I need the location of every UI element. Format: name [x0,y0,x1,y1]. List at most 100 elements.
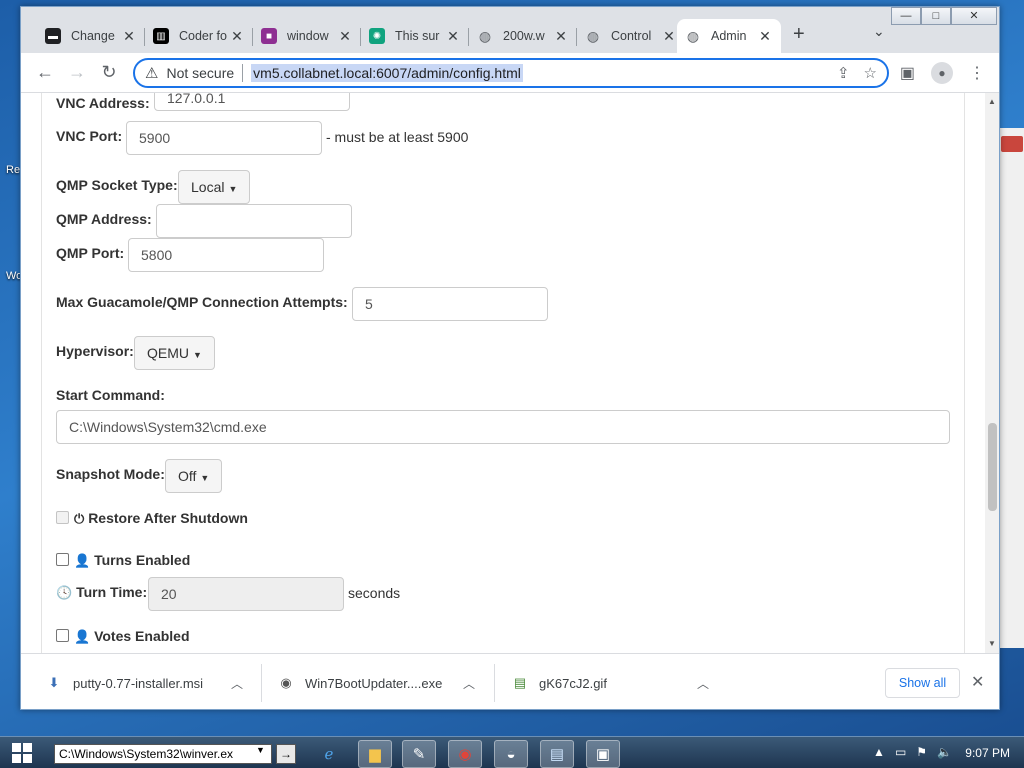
turns-row: 👤 Turns Enabled [74,552,190,569]
download-item[interactable]: ▤ gK67cJ2.gif ︿ [511,666,725,700]
download-item[interactable]: ⬇ putty-0.77-installer.msi ︿ [45,666,259,700]
globe-icon: ◍ [586,27,600,44]
close-icon[interactable]: ✕ [971,672,984,692]
close-icon[interactable]: ✕ [757,28,773,45]
run-address-input[interactable]: C:\Windows\System32\winver.ex [54,744,272,764]
tab-coder[interactable]: ▥ Coder fo ✕ [145,19,253,53]
qmp-socket-dropdown[interactable]: Local ▼ [178,170,251,204]
windows-start-icon[interactable] [12,743,32,763]
forward-icon[interactable]: → [65,62,89,83]
qmp-socket-value: Local [191,179,225,195]
background-window[interactable] [998,128,1024,648]
caret-down-icon: ▼ [228,184,238,194]
tab-title: Control [611,29,652,43]
qmp-address-input[interactable] [156,204,352,238]
close-window-button[interactable]: ✕ [951,7,997,25]
bookmark-star-icon[interactable]: ☆ [864,64,877,82]
reload-icon[interactable]: ↻ [97,62,121,83]
tab-chatgpt[interactable]: ✺ This sur ✕ [361,19,469,53]
qmp-port-label: QMP Port: [56,245,125,261]
tab-200w[interactable]: ◍ 200w.w ✕ [469,19,577,53]
tray-chevron-up-icon[interactable]: ▲ [873,745,885,759]
download-filename: Win7BootUpdater....exe [305,675,443,691]
warning-icon[interactable]: ⚠ [145,64,158,82]
vm-icon[interactable]: ◒ [494,740,528,768]
back-icon[interactable]: ← [33,62,57,83]
qmp-socket-label: QMP Socket Type: [56,177,178,193]
profile-avatar-icon[interactable]: ● [931,62,953,84]
tab-window[interactable]: ■ window ✕ [253,19,361,53]
snapshot-mode-label: Snapshot Mode: [56,466,165,482]
scroll-thumb[interactable] [988,423,997,511]
hypervisor-dropdown[interactable]: QEMU ▼ [134,336,215,370]
start-command-input[interactable]: C:\Windows\System32\cmd.exe [56,410,950,444]
close-icon[interactable] [1001,136,1023,152]
chevron-down-icon[interactable]: ▼ [256,745,265,755]
restore-checkbox[interactable] [56,511,69,524]
edge-icon[interactable]: ℯ [312,740,346,768]
image-file-icon: ▤ [513,675,527,690]
security-label[interactable]: Not secure [166,65,234,81]
explorer-icon[interactable]: ▆ [358,740,392,768]
max-attempts-input[interactable]: 5 [352,287,548,321]
close-icon[interactable]: ✕ [121,28,137,45]
close-icon[interactable]: ✕ [553,28,569,45]
side-panel-icon[interactable]: ▣ [900,63,915,83]
share-icon[interactable]: ⇪ [837,64,850,82]
volume-icon[interactable]: 🔈 [937,745,952,759]
network-icon[interactable]: ▭ [895,745,906,759]
vnc-port-input[interactable]: 5900 [126,121,322,155]
divider [261,664,262,702]
close-icon[interactable]: ✕ [445,28,461,45]
remote-icon[interactable]: ▣ [586,740,620,768]
chevron-up-icon[interactable]: ︿ [697,675,709,692]
turns-checkbox[interactable] [56,553,69,566]
notepad-icon[interactable]: ▤ [540,740,574,768]
vnc-address-input[interactable]: 127.0.0.1 [154,93,350,111]
tab-control[interactable]: ◍ Control ✕ [577,19,685,53]
tab-admin[interactable]: ◍ Admin ✕ [677,19,781,53]
go-button[interactable]: → [276,744,296,764]
chevron-up-icon[interactable]: ︿ [463,675,475,692]
close-icon[interactable]: ✕ [229,28,245,45]
paint-icon[interactable]: ✎ [402,740,436,768]
turn-time-label: Turn Time: [76,584,148,600]
turn-time-unit: seconds [348,585,401,601]
show-all-button[interactable]: Show all [885,668,960,698]
hypervisor-label: Hypervisor: [56,343,134,359]
tab-search-chevron-icon[interactable]: ⌄ [873,23,885,40]
download-item[interactable]: ◉ Win7BootUpdater....exe ︿ [277,666,491,700]
desktop-icon-label[interactable]: Re [6,164,20,176]
max-attempts-label: Max Guacamole/QMP Connection Attempts: [56,294,348,310]
power-icon: ⏻ [74,511,85,526]
qmp-port-input[interactable]: 5800 [128,238,324,272]
votes-checkbox[interactable] [56,629,69,642]
divider [494,664,495,702]
address-bar[interactable]: ⚠ Not secure vm5.collabnet.local:6007/ad… [133,58,889,88]
tab-title: Admin [711,29,747,43]
url-text[interactable]: vm5.collabnet.local:6007/admin/config.ht… [251,64,523,82]
scroll-down-icon[interactable]: ▼ [985,637,999,651]
scroll-up-icon[interactable]: ▲ [985,95,999,109]
turn-time-input[interactable]: 20 [148,577,344,611]
page-scrollbar[interactable]: ▲ ▼ [985,93,999,653]
minimize-button[interactable]: — [891,7,921,25]
chevron-up-icon[interactable]: ︿ [231,675,243,692]
new-tab-button[interactable]: + [793,23,805,46]
close-icon[interactable]: ✕ [661,28,677,45]
clock[interactable]: 9:07 PM [965,746,1010,760]
caret-down-icon: ▼ [200,473,210,483]
caret-down-icon: ▼ [193,350,202,360]
maximize-button[interactable]: □ [921,7,951,25]
tab-change[interactable]: ▬ Change ✕ [37,19,145,53]
browser-window: ▬ Change ✕ ▥ Coder fo ✕ ■ window ✕ ✺ Thi… [20,6,1000,710]
start-command-label: Start Command: [56,387,165,403]
close-icon[interactable]: ✕ [337,28,353,45]
chrome-icon[interactable]: ◉ [448,740,482,768]
snapshot-mode-dropdown[interactable]: Off ▼ [165,459,223,493]
menu-kebab-icon[interactable]: ⋮ [969,63,985,83]
tab-strip: ▬ Change ✕ ▥ Coder fo ✕ ■ window ✕ ✺ Thi… [21,7,999,53]
snapshot-mode-value: Off [178,468,197,484]
msi-installer-icon: ⬇ [48,675,60,690]
flag-icon[interactable]: ⚑ [916,745,927,759]
